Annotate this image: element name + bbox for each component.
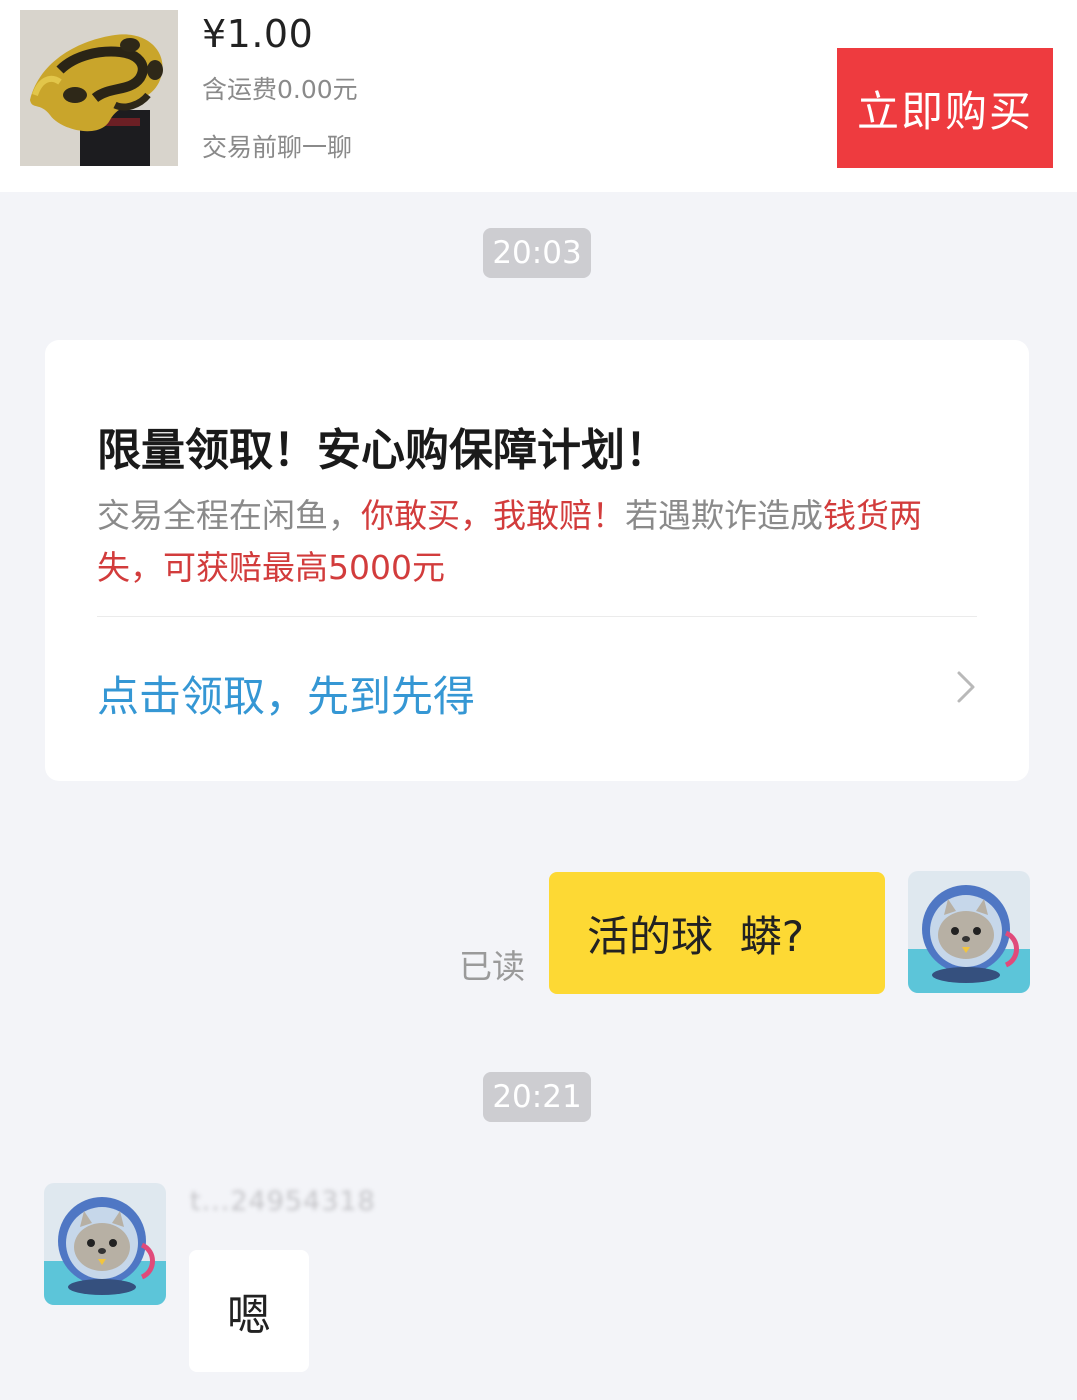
buy-now-button[interactable]: 立即购买 [837, 48, 1053, 168]
timestamp: 20:21 [483, 1072, 591, 1122]
my-avatar[interactable] [908, 871, 1030, 993]
promo-title: 限量领取！安心购保障计划！ [97, 425, 669, 476]
promo-desc-part: 若遇欺诈造成 [625, 496, 823, 535]
shipping-fee: 含运费0.00元 [202, 75, 358, 104]
seal-astronaut-icon [908, 871, 1030, 993]
product-bar: ¥1.00 含运费0.00元 交易前聊一聊 立即购买 [0, 0, 1077, 192]
chat-prompt: 交易前聊一聊 [202, 133, 353, 162]
divider [97, 616, 977, 617]
snake-photo [20, 10, 178, 166]
promo-desc-highlight: 你敢买，我敢赔！ [361, 496, 625, 535]
chevron-right-icon[interactable] [953, 667, 981, 707]
promo-description: 交易全程在闲鱼，你敢买，我敢赔！若遇欺诈造成钱货两失，可获赔最高5000元 [97, 490, 977, 594]
promo-card: 限量领取！安心购保障计划！ 交易全程在闲鱼，你敢买，我敢赔！若遇欺诈造成钱货两失… [45, 340, 1029, 781]
product-price: ¥1.00 [202, 12, 314, 56]
sent-message-bubble[interactable]: 活的球 蟒? [549, 872, 885, 994]
seller-avatar[interactable] [44, 1183, 166, 1305]
sender-name: t...24954318 [190, 1186, 376, 1217]
timestamp: 20:03 [483, 228, 591, 278]
claim-link[interactable]: 点击领取，先到先得 [97, 663, 475, 724]
received-message-bubble[interactable]: 嗯 [189, 1250, 309, 1372]
seal-astronaut-icon [44, 1183, 166, 1305]
product-thumbnail[interactable] [20, 10, 178, 166]
read-status: 已读 [459, 947, 525, 986]
promo-desc-part: 交易全程在闲鱼， [97, 496, 361, 535]
